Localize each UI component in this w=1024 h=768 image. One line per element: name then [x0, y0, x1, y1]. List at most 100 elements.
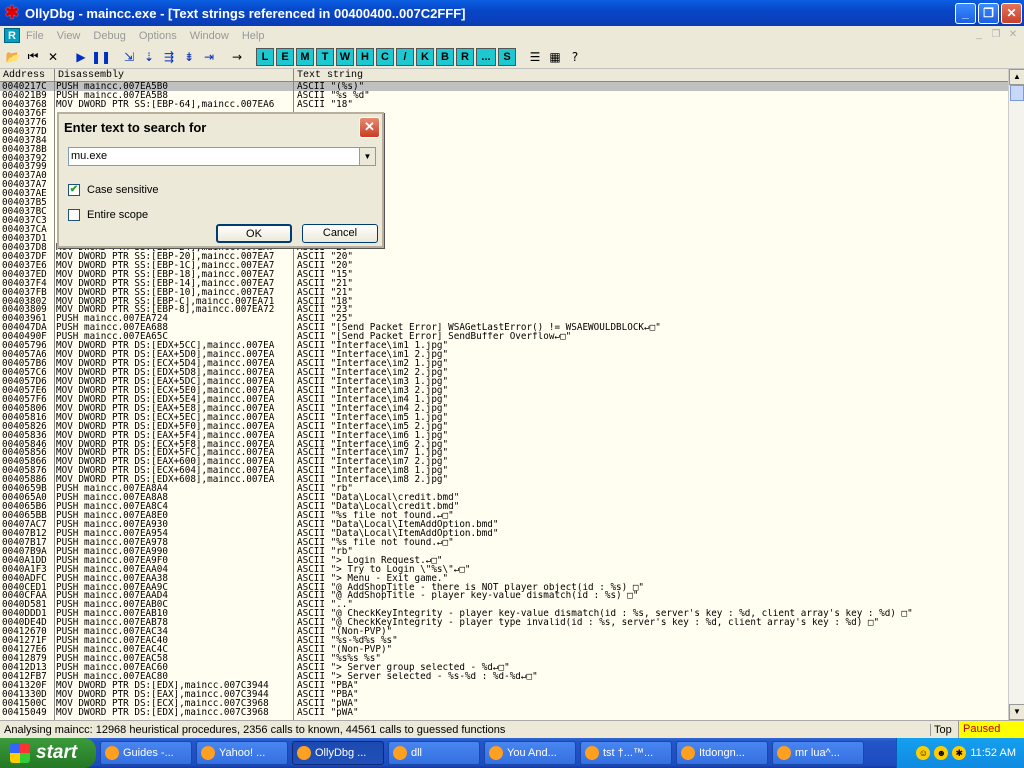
log-window-button[interactable]: L — [256, 47, 274, 66]
ok-button[interactable]: OK — [216, 224, 292, 243]
mdi-restore-icon[interactable]: ❐ — [989, 28, 1003, 41]
appearance-icon[interactable]: ▦ — [546, 48, 564, 66]
breakpoints-button[interactable]: B — [436, 47, 454, 66]
table-row[interactable]: 00412FB7 PUSH maincc.007EAC80 ASCII "> Ser… — [0, 672, 1008, 681]
table-row[interactable]: 004057A6 MOV DWORD PTR DS:[EAX+5D0],mainc… — [0, 350, 1008, 359]
table-row[interactable]: 004057B6 MOV DWORD PTR DS:[ECX+5D4],mainc… — [0, 359, 1008, 368]
table-row[interactable]: 0040CED1 PUSH maincc.007EAA9C ASCII "@ Add… — [0, 583, 1008, 592]
table-row[interactable]: 0040217C PUSH maincc.007EA5B0 ASCII "(%s)" — [0, 82, 1008, 91]
taskbar-item[interactable]: Guides -... — [100, 741, 192, 765]
table-row[interactable]: 004037E6 MOV DWORD PTR SS:[EBP-1C],maincc… — [0, 261, 1008, 270]
column-address[interactable]: Address — [0, 69, 55, 82]
taskbar-item[interactable]: Itdongn... — [676, 741, 768, 765]
step-over-icon[interactable]: ⇣ — [140, 48, 158, 66]
table-row[interactable]: 0040ADFC PUSH maincc.007EAA38 ASCII "> Men… — [0, 574, 1008, 583]
list-icon[interactable]: ☰ — [526, 48, 544, 66]
table-row[interactable]: 00412D13 PUSH maincc.007EAC60 ASCII "> Ser… — [0, 663, 1008, 672]
table-row[interactable]: 00403768 MOV DWORD PTR SS:[EBP-64],maincc… — [0, 100, 1008, 109]
menu-window[interactable]: Window — [190, 30, 229, 42]
table-row[interactable]: 00405856 MOV DWORD PTR DS:[EDX+5FC],mainc… — [0, 448, 1008, 457]
column-disassembly[interactable]: Disassembly — [55, 69, 294, 82]
threads-button[interactable]: T — [316, 47, 334, 66]
menu-debug[interactable]: Debug — [93, 30, 125, 42]
table-row[interactable]: 00407B9A PUSH maincc.007EA990 ASCII "rb" — [0, 547, 1008, 556]
table-row[interactable]: 004021B9 PUSH maincc.007EA5B8 ASCII "%s %d… — [0, 91, 1008, 100]
execute-till-return-icon[interactable]: ⇥ — [200, 48, 218, 66]
menu-view[interactable]: View — [57, 30, 81, 42]
vertical-scrollbar[interactable]: ▲ ▼ — [1008, 69, 1024, 720]
tray-app-icon[interactable]: ☻ — [934, 746, 949, 760]
table-row[interactable]: 0041271F PUSH maincc.007EAC40 ASCII "%s-%d… — [0, 636, 1008, 645]
windows-button[interactable]: W — [336, 47, 354, 66]
table-row[interactable]: 004057C6 MOV DWORD PTR DS:[EDX+5D8],mainc… — [0, 368, 1008, 377]
table-row[interactable]: 004065A0 PUSH maincc.007EA8A8 ASCII "Data\… — [0, 493, 1008, 502]
source-button[interactable]: S — [498, 47, 516, 66]
table-row[interactable]: 0040D581 PUSH maincc.007EAB0C ASCII ".." — [0, 600, 1008, 609]
cancel-button[interactable]: Cancel — [302, 224, 378, 243]
patches-button[interactable]: / — [396, 47, 414, 66]
table-row[interactable]: 00405886 MOV DWORD PTR DS:[EDX+608],mainc… — [0, 475, 1008, 484]
start-button[interactable]: win start — [0, 738, 96, 768]
help-icon[interactable]: ? — [566, 48, 584, 66]
trace-into-icon[interactable]: ⇶ — [160, 48, 178, 66]
table-row[interactable]: 004127E6 PUSH maincc.007EAC4C ASCII "(Non-… — [0, 645, 1008, 654]
table-row[interactable]: 0041330D MOV DWORD PTR DS:[EAX],maincc.00… — [0, 690, 1008, 699]
table-row[interactable]: 00405806 MOV DWORD PTR DS:[EAX+5E8],mainc… — [0, 404, 1008, 413]
table-row[interactable]: 00403809 MOV DWORD PTR SS:[EBP-8],maincc.… — [0, 305, 1008, 314]
taskbar-item[interactable]: dll — [388, 741, 480, 765]
table-row[interactable]: 004037DF MOV DWORD PTR SS:[EBP-20],maincc… — [0, 252, 1008, 261]
table-row[interactable]: 0040DE4D PUSH maincc.007EAB78 ASCII "@ Che… — [0, 618, 1008, 627]
table-row[interactable]: 00405846 MOV DWORD PTR DS:[ECX+5F8],mainc… — [0, 440, 1008, 449]
table-row[interactable]: 00403961 PUSH maincc.007EA724 ASCII "25" — [0, 314, 1008, 323]
table-row[interactable]: 00405836 MOV DWORD PTR DS:[EAX+5F4],mainc… — [0, 431, 1008, 440]
table-row[interactable]: 00415049 MOV DWORD PTR DS:[EDX],maincc.00… — [0, 708, 1008, 717]
table-row[interactable]: 004057D6 MOV DWORD PTR DS:[EAX+5DC],mainc… — [0, 377, 1008, 386]
go-to-icon[interactable]: → — [228, 48, 246, 66]
dialog-close-button[interactable]: ✕ — [359, 116, 380, 138]
table-row[interactable]: 004057F6 MOV DWORD PTR DS:[EDX+5E4],mainc… — [0, 395, 1008, 404]
step-into-icon[interactable]: ⇲ — [120, 48, 138, 66]
table-row[interactable]: 00412879 PUSH maincc.007EAC58 ASCII "%s%s … — [0, 654, 1008, 663]
run-icon[interactable]: ▶ — [72, 48, 90, 66]
taskbar-item[interactable]: OllyDbg ... — [292, 741, 384, 765]
executable-modules-button[interactable]: E — [276, 47, 294, 66]
cpu-button[interactable]: C — [376, 47, 394, 66]
menu-file[interactable]: File — [26, 30, 44, 42]
table-row[interactable]: 00403802 MOV DWORD PTR SS:[EBP-C],maincc.… — [0, 297, 1008, 306]
taskbar-item[interactable]: Yahoo! ... — [196, 741, 288, 765]
taskbar-item[interactable]: tst †...™... — [580, 741, 672, 765]
table-row[interactable]: 004065B6 PUSH maincc.007EA8C4 ASCII "Data\… — [0, 502, 1008, 511]
chevron-down-icon[interactable]: ▼ — [359, 148, 375, 165]
table-row[interactable]: 00405796 MOV DWORD PTR DS:[EDX+5CC],mainc… — [0, 341, 1008, 350]
table-row[interactable]: 00405876 MOV DWORD PTR DS:[ECX+604],mainc… — [0, 466, 1008, 475]
close-button[interactable]: ✕ — [1001, 2, 1022, 24]
close-process-icon[interactable]: ✕ — [44, 48, 62, 66]
table-row[interactable]: 004057E6 MOV DWORD PTR DS:[ECX+5E0],mainc… — [0, 386, 1008, 395]
table-row[interactable]: 00407B12 PUSH maincc.007EA954 ASCII "Data\… — [0, 529, 1008, 538]
call-stack-button[interactable]: K — [416, 47, 434, 66]
table-row[interactable]: 0040DDD1 PUSH maincc.007EAB10 ASCII "@ Che… — [0, 609, 1008, 618]
checkbox-unchecked-icon[interactable] — [68, 209, 80, 221]
minimize-button[interactable]: _ — [955, 2, 976, 24]
table-row[interactable]: 0040659B PUSH maincc.007EA8A4 ASCII "rb" — [0, 484, 1008, 493]
menu-help[interactable]: Help — [242, 30, 265, 42]
child-window-r-icon[interactable]: R — [4, 28, 20, 43]
table-row[interactable]: 00407B17 PUSH maincc.007EA978 ASCII "%s fi… — [0, 538, 1008, 547]
column-text-string[interactable]: Text string — [294, 69, 1008, 82]
table-row[interactable]: 00412670 PUSH maincc.007EAC34 ASCII "(Non-… — [0, 627, 1008, 636]
tray-network-icon[interactable]: ✱ — [952, 746, 967, 760]
mdi-minimize-icon[interactable]: _ — [972, 28, 986, 41]
table-row[interactable]: 004037F4 MOV DWORD PTR SS:[EBP-14],maincc… — [0, 279, 1008, 288]
table-row[interactable]: 0041320F MOV DWORD PTR DS:[EDX],maincc.00… — [0, 681, 1008, 690]
table-row[interactable]: 00405826 MOV DWORD PTR DS:[EDX+5F0],mainc… — [0, 422, 1008, 431]
pause-icon[interactable]: ❚❚ — [91, 48, 111, 66]
case-sensitive-checkbox[interactable]: ✔ Case sensitive — [68, 184, 159, 196]
table-row[interactable]: 00405816 MOV DWORD PTR DS:[ECX+5EC],mainc… — [0, 413, 1008, 422]
table-row[interactable]: 0040A1F3 PUSH maincc.007EAA04 ASCII "> Try… — [0, 565, 1008, 574]
checkbox-checked-icon[interactable]: ✔ — [68, 184, 80, 196]
table-row[interactable]: 004047DA PUSH maincc.007EA688 ASCII "[Send… — [0, 323, 1008, 332]
table-row[interactable]: 00405866 MOV DWORD PTR DS:[EAX+600],mainc… — [0, 457, 1008, 466]
table-row[interactable]: 004037ED MOV DWORD PTR SS:[EBP-18],maincc… — [0, 270, 1008, 279]
taskbar-item[interactable]: You And... — [484, 741, 576, 765]
scroll-down-icon[interactable]: ▼ — [1009, 704, 1024, 720]
